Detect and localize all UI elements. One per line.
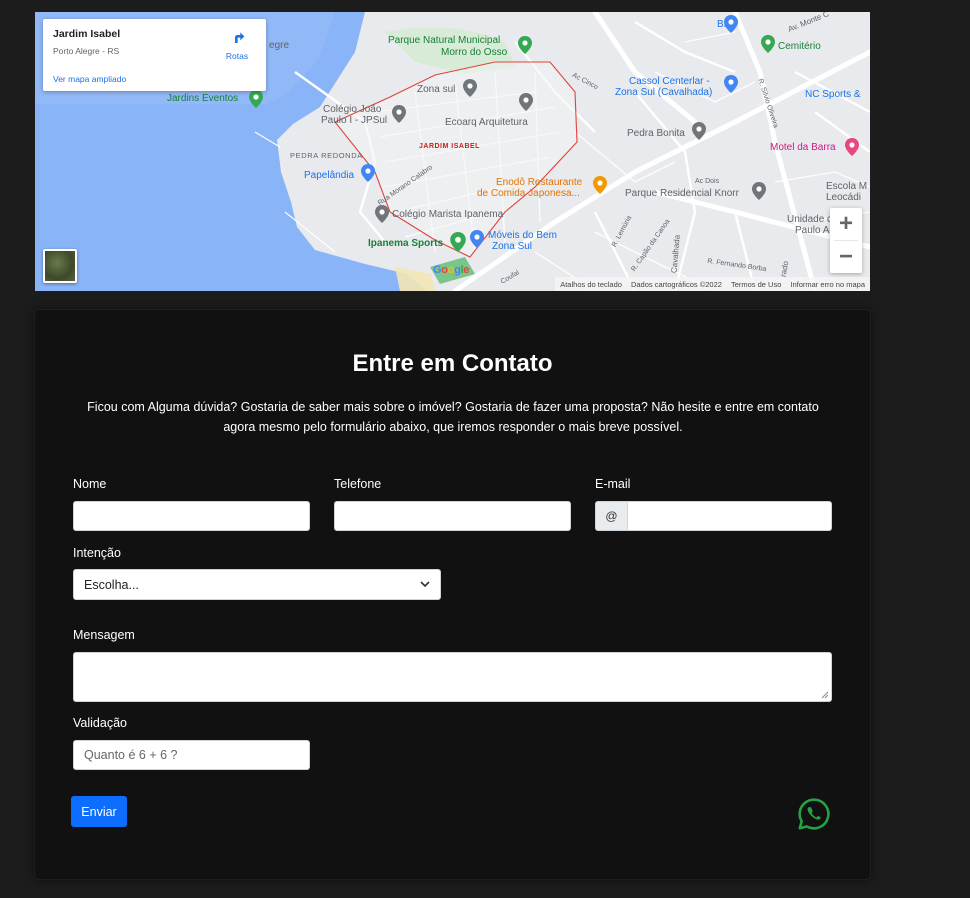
map-pin-icon[interactable] <box>463 79 477 97</box>
map-label: Paulo A <box>795 225 830 236</box>
map-label: Pedra Bonita <box>627 128 685 139</box>
map-label: Cassol Centerlar - <box>629 76 710 87</box>
directions-icon <box>235 32 245 43</box>
map-data-credit: Dados cartográficos ©2022 <box>630 279 722 289</box>
place-address: Porto Alegre - RS <box>53 46 120 56</box>
whatsapp-icon[interactable] <box>797 797 831 831</box>
message-label: Mensagem <box>73 628 135 642</box>
embedded-map[interactable]: Parque Natural Municipal Morro do Osso Z… <box>35 12 870 291</box>
map-pin-icon[interactable] <box>845 138 859 156</box>
map-label: Jardins Eventos <box>167 93 239 104</box>
email-input-group: @ <box>595 501 832 531</box>
map-label: Móveis do Bem <box>488 230 557 241</box>
email-label: E-mail <box>595 477 631 491</box>
google-logo: Google <box>433 264 470 276</box>
map-label: NC Sports & <box>805 89 861 100</box>
map-label: Colégio João <box>323 104 382 115</box>
map-pin-icon[interactable] <box>518 36 532 54</box>
map-label: Enodô Restaurante <box>496 177 583 188</box>
map-label: Ipanema Sports <box>368 238 444 249</box>
map-label: Zona sul <box>417 84 456 95</box>
map-pin-icon[interactable] <box>519 93 533 111</box>
report-error-link[interactable]: Informar erro no mapa <box>790 280 865 289</box>
map-pin-icon[interactable] <box>724 75 738 93</box>
zoom-out-icon[interactable]: − <box>830 241 862 273</box>
intent-selected-value: Escolha... <box>84 577 139 592</box>
directions-button[interactable]: Rotas <box>222 29 252 61</box>
larger-map-link[interactable]: Ver mapa ampliado <box>53 74 126 84</box>
map-label: Leocádi <box>826 192 862 203</box>
keyboard-shortcuts-link[interactable]: Atalhos do teclado <box>560 280 622 289</box>
map-label: JARDIM ISABEL <box>419 143 480 150</box>
map-pin-icon[interactable] <box>375 205 389 223</box>
directions-label: Rotas <box>225 51 249 61</box>
map-label: Parque Natural Municipal <box>388 35 501 46</box>
map-label: de Comida Japonesa... <box>477 188 580 199</box>
map-pin-icon[interactable] <box>361 164 375 182</box>
name-label: Nome <box>73 477 107 491</box>
submit-button[interactable]: Enviar <box>71 796 127 827</box>
phone-label: Telefone <box>334 477 382 491</box>
map-label: Zona Sul (Cavalhada) <box>615 87 713 98</box>
map-pin-icon[interactable] <box>593 176 607 194</box>
intent-label: Intenção <box>73 546 121 560</box>
map-pin-icon[interactable] <box>752 182 766 200</box>
map-label: Ac Dois <box>695 178 720 185</box>
map-label: Paulo I - JPSul <box>321 115 388 126</box>
validation-label: Validação <box>73 716 127 730</box>
message-textarea[interactable] <box>73 652 832 702</box>
place-name: Jardim Isabel <box>53 28 121 40</box>
terms-link[interactable]: Termos de Uso <box>731 280 781 289</box>
map-label: PEDRA REDONDA <box>290 151 363 160</box>
contact-title: Entre em Contato <box>352 350 553 377</box>
map-label: Morro do Osso <box>441 47 508 58</box>
phone-input[interactable] <box>334 501 571 531</box>
map-label: Motel da Barra <box>770 142 836 153</box>
map-label: Zona Sul <box>492 241 533 252</box>
map-attribution: Atalhos do teclado Dados cartográficos ©… <box>555 277 870 291</box>
map-pin-icon[interactable] <box>761 35 775 53</box>
satellite-toggle[interactable] <box>43 249 77 283</box>
map-label: egre <box>269 40 290 51</box>
map-pin-icon[interactable] <box>724 15 738 33</box>
chevron-down-icon <box>420 581 430 588</box>
intent-select[interactable]: Escolha... <box>73 569 441 600</box>
zoom-in-icon[interactable]: + <box>830 208 862 240</box>
map-label: Ecoarq Arquitetura <box>445 117 528 128</box>
map-pin-icon[interactable] <box>470 230 484 248</box>
email-input[interactable] <box>628 501 832 531</box>
map-pin-icon[interactable] <box>249 90 263 108</box>
map-label: Parque Residencial Knorr <box>625 188 739 199</box>
map-pin-icon[interactable] <box>692 122 706 140</box>
at-sign-addon: @ <box>595 501 628 531</box>
map-pin-icon[interactable] <box>392 105 406 123</box>
map-pin-icon[interactable] <box>450 232 466 252</box>
map-label: Cemitério <box>778 41 821 52</box>
contact-description: Ficou com Alguma dúvida? Gostaria de sab… <box>87 400 819 434</box>
place-info-card: Jardim Isabel Porto Alegre - RS Ver mapa… <box>43 19 266 91</box>
map-label: Escola M <box>826 181 868 192</box>
name-input[interactable] <box>73 501 310 531</box>
validation-input[interactable]: Quanto é 6 + 6 ? <box>73 740 310 770</box>
contact-section: Entre em Contato Ficou com Alguma dúvida… <box>35 310 870 879</box>
zoom-control: + − <box>830 208 862 273</box>
map-label: Papelândia <box>304 170 355 181</box>
map-label: Colégio Marista Ipanema <box>392 209 504 220</box>
resize-grip-icon[interactable] <box>821 691 829 699</box>
